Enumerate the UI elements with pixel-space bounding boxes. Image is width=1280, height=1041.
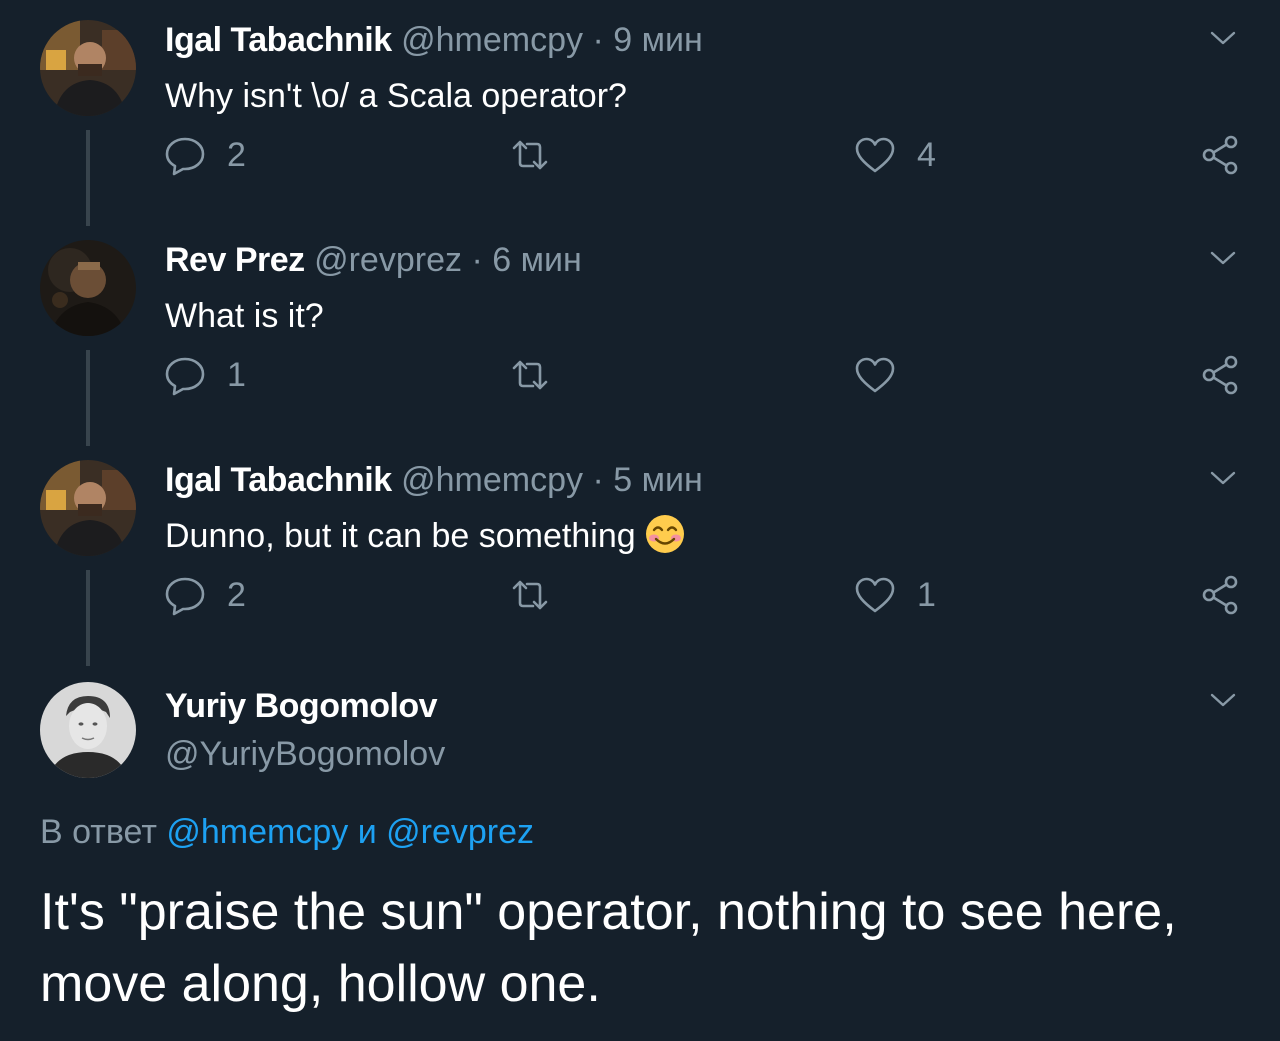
reply-count: 2: [227, 575, 246, 614]
conversation-thread: Igal Tabachnik @hmemcpy · 9 мин Why isn'…: [0, 0, 1280, 1041]
tweet-body: It's "praise the sun" operator, nothing …: [40, 883, 1177, 1013]
avatar[interactable]: [40, 460, 136, 556]
reply-count: 2: [227, 135, 246, 174]
tweet-actions: 1: [0, 345, 1280, 405]
timestamp[interactable]: 5 мин: [613, 461, 703, 499]
timestamp[interactable]: 9 мин: [613, 21, 703, 59]
retweet-button[interactable]: [508, 565, 572, 625]
avatar-image: [40, 20, 136, 116]
retweet-icon: [512, 580, 548, 610]
like-button[interactable]: [853, 345, 917, 405]
tweet-header: Igal Tabachnik @hmemcpy · 9 мин: [165, 18, 703, 62]
reply-prefix: В ответ: [40, 813, 157, 851]
focused-tweet: Yuriy Bogomolov @YuriyBogomolov В ответ …: [0, 680, 1280, 1041]
share-icon: [1202, 575, 1238, 615]
share-button[interactable]: [1198, 565, 1242, 625]
share-button[interactable]: [1198, 345, 1242, 405]
chevron-down-icon[interactable]: [1206, 246, 1240, 270]
mention-link[interactable]: @revprez: [386, 813, 534, 851]
like-button[interactable]: 4: [853, 125, 936, 185]
reply-icon: [165, 137, 205, 176]
chevron-down-icon[interactable]: [1206, 466, 1240, 490]
display-name[interactable]: Rev Prez: [165, 241, 305, 279]
smiling-face-icon: [645, 515, 684, 553]
avatar-image: [40, 682, 136, 778]
tweet[interactable]: Igal Tabachnik @hmemcpy · 9 мин Why isn'…: [0, 0, 1280, 226]
tweet-text: Dunno, but it can be something: [165, 512, 686, 560]
tweet-text-content: Dunno, but it can be something: [165, 517, 636, 555]
share-button[interactable]: [1198, 125, 1242, 185]
share-icon: [1202, 135, 1238, 175]
heart-icon: [855, 137, 895, 173]
user-handle[interactable]: @revprez: [314, 241, 462, 279]
chevron-down-icon[interactable]: [1206, 688, 1240, 712]
tweet-text: What is it?: [165, 297, 324, 335]
like-count: 1: [917, 575, 936, 614]
display-name[interactable]: Yuriy Bogomolov: [165, 684, 438, 728]
heart-icon: [855, 357, 895, 393]
reply-icon: [165, 357, 205, 396]
avatar-image: [40, 240, 136, 336]
retweet-icon: [512, 360, 548, 390]
avatar-image: [40, 460, 136, 556]
heart-icon: [855, 577, 895, 613]
avatar[interactable]: [40, 20, 136, 116]
reply-icon: [165, 577, 205, 616]
mention-conjunction: и: [357, 813, 377, 851]
tweet-header: Igal Tabachnik @hmemcpy · 5 мин: [165, 458, 703, 502]
avatar[interactable]: [40, 682, 136, 778]
tweet-actions: 2 1: [0, 565, 1280, 625]
retweet-button[interactable]: [508, 125, 572, 185]
reply-button[interactable]: 2: [163, 125, 246, 185]
tweet-header: Rev Prez @revprez · 6 мин: [165, 238, 582, 282]
separator-dot: ·: [592, 461, 604, 499]
separator-dot: ·: [592, 21, 604, 59]
reply-button[interactable]: 2: [163, 565, 246, 625]
separator-dot: ·: [471, 241, 483, 279]
retweet-button[interactable]: [508, 345, 572, 405]
like-button[interactable]: 1: [853, 565, 936, 625]
tweet[interactable]: Rev Prez @revprez · 6 мин What is it? 1: [0, 220, 1280, 446]
avatar[interactable]: [40, 240, 136, 336]
timestamp[interactable]: 6 мин: [492, 241, 582, 279]
user-handle[interactable]: @hmemcpy: [401, 21, 583, 59]
reply-context: В ответ @hmemcpy и @revprez: [40, 810, 534, 854]
user-handle[interactable]: @hmemcpy: [401, 461, 583, 499]
mention-link[interactable]: @hmemcpy: [166, 813, 348, 851]
tweet-actions: 2 4: [0, 125, 1280, 185]
like-count: 4: [917, 135, 936, 174]
display-name[interactable]: Igal Tabachnik: [165, 21, 392, 59]
retweet-icon: [512, 140, 548, 170]
chevron-down-icon[interactable]: [1206, 26, 1240, 50]
user-handle[interactable]: @YuriyBogomolov: [165, 732, 445, 776]
reply-count: 1: [227, 355, 246, 394]
tweet[interactable]: Igal Tabachnik @hmemcpy · 5 мин Dunno, b…: [0, 440, 1280, 666]
display-name[interactable]: Igal Tabachnik: [165, 461, 392, 499]
tweet-text: Why isn't \o/ a Scala operator?: [165, 77, 627, 115]
reply-button[interactable]: 1: [163, 345, 246, 405]
share-icon: [1202, 355, 1238, 395]
